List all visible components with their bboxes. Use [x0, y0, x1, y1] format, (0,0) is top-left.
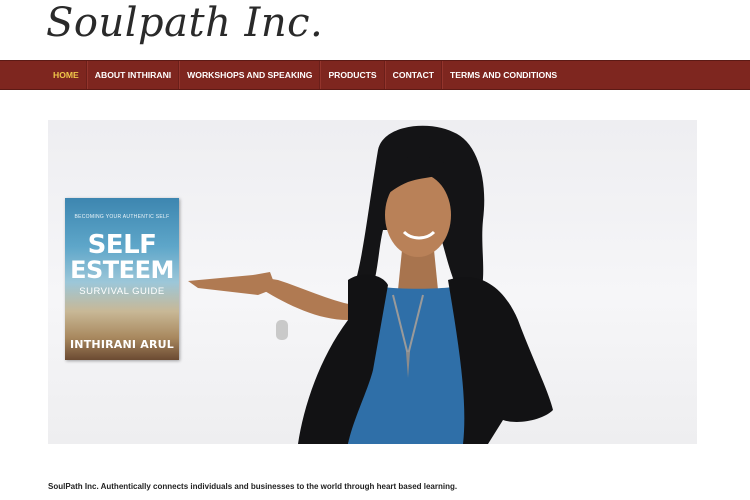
hero-banner: BECOMING YOUR AUTHENTIC SELF SELF ESTEEM… [48, 120, 697, 444]
main-nav: HOME ABOUT INTHIRANI WORKSHOPS AND SPEAK… [0, 60, 750, 90]
nav-item-contact[interactable]: CONTACT [384, 61, 443, 89]
nav-item-workshops-and-speaking[interactable]: WORKSHOPS AND SPEAKING [179, 61, 321, 89]
speaker-photo [188, 125, 553, 444]
nav-item-products[interactable]: PRODUCTS [320, 61, 385, 89]
nav-item-home[interactable]: HOME [46, 61, 87, 89]
tagline-text: SoulPath Inc. Authentically connects ind… [48, 482, 458, 491]
bracelet [276, 320, 288, 340]
nav-item-terms-and-conditions[interactable]: TERMS AND CONDITIONS [442, 61, 564, 89]
site-logo[interactable]: Soulpath Inc. [46, 0, 323, 46]
pointing-hand [188, 272, 276, 295]
nav-item-about-inthirani[interactable]: ABOUT INTHIRANI [86, 61, 180, 89]
nav-list: HOME ABOUT INTHIRANI WORKSHOPS AND SPEAK… [46, 61, 564, 89]
